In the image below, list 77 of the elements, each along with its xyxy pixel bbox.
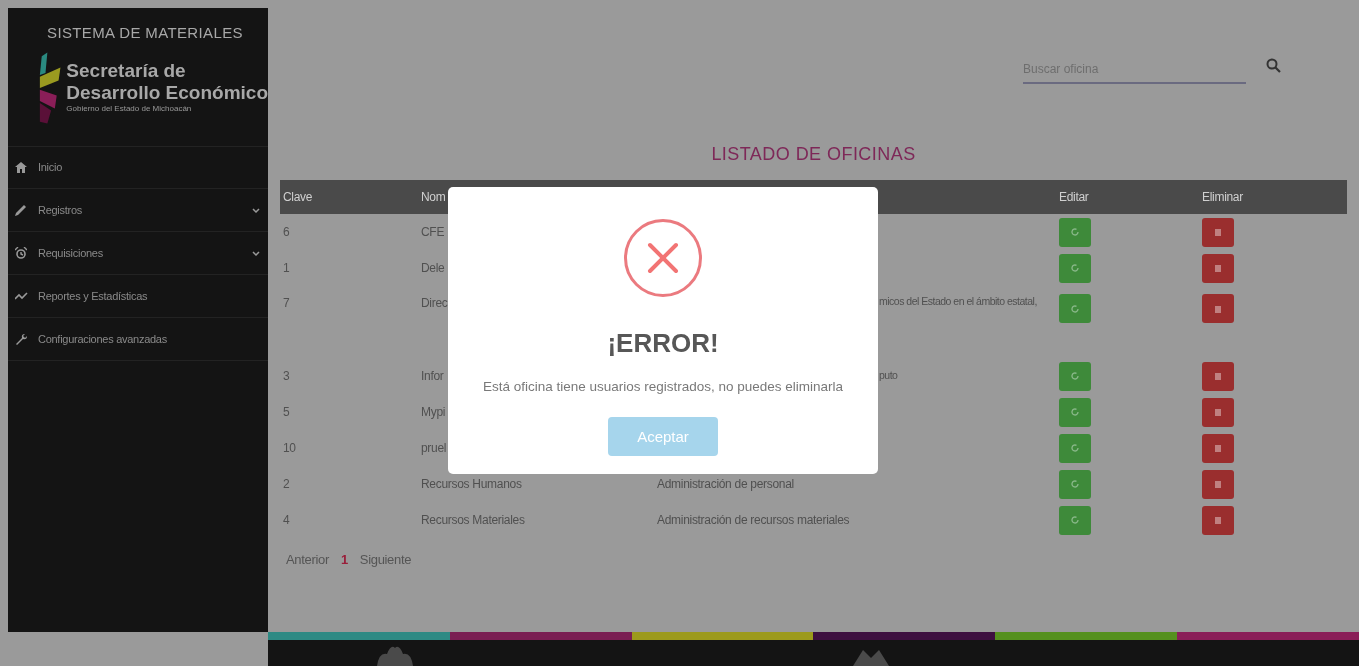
dialog-title: ¡ERROR!: [607, 327, 719, 360]
delete-button[interactable]: [1202, 505, 1234, 535]
trash-icon: [1215, 408, 1221, 416]
edit-button[interactable]: [1059, 361, 1091, 391]
delete-button[interactable]: [1202, 253, 1234, 283]
trash-icon: [1215, 372, 1221, 380]
wrench-icon: [14, 332, 28, 346]
alarm-clock-icon: [15, 247, 27, 259]
table-cell-text: 1: [282, 260, 291, 277]
home-icon: [15, 162, 27, 173]
table-cell: Administración de personal: [657, 477, 794, 491]
delete-button[interactable]: [1202, 294, 1234, 323]
column-header: Nom: [421, 189, 447, 206]
table-cell-text: 3: [282, 368, 291, 385]
column-header: Editar: [1059, 189, 1090, 206]
app-title: SISTEMA DE MATERIALES: [46, 23, 244, 43]
sidebar-item[interactable]: Requisiciones: [8, 232, 268, 275]
refresh-icon: [1071, 516, 1079, 524]
page-title: LISTADO DE OFICINAS: [711, 143, 916, 166]
search-icon[interactable]: [1266, 58, 1281, 73]
delete-button[interactable]: [1202, 217, 1234, 247]
sidebar-item[interactable]: Registros: [8, 189, 268, 232]
table-cell: puto: [879, 369, 898, 382]
edit-button[interactable]: [1059, 217, 1091, 247]
sidebar-item[interactable]: Configuraciones avanzadas: [8, 318, 268, 361]
delete-button[interactable]: [1202, 469, 1234, 499]
table-cell-text: Recursos Humanos: [421, 476, 523, 493]
table-cell-text: Direc: [421, 295, 449, 312]
refresh-icon: [1071, 372, 1079, 380]
refresh-icon: [1071, 480, 1079, 488]
refresh-icon: [1071, 444, 1079, 452]
delete-button[interactable]: [1202, 433, 1234, 463]
column-header: Clave: [282, 189, 314, 206]
edit-button[interactable]: [1059, 294, 1091, 323]
trash-icon: [1215, 264, 1221, 272]
table-cell-text: 7: [282, 295, 291, 312]
refresh-icon: [1071, 228, 1079, 236]
table-cell: Administración de recursos materiales: [657, 513, 850, 527]
table-cell: micos del Estado en el ámbito estatal,: [879, 295, 1037, 307]
logo-text: Secretaría de: [66, 60, 187, 82]
refresh-icon: [1071, 408, 1079, 416]
logo-text: Desarrollo Económico: [66, 82, 268, 104]
table-cell-text: 10: [282, 440, 297, 457]
sidebar-item[interactable]: Inicio: [8, 146, 268, 189]
trash-icon: [1215, 516, 1221, 524]
page-link[interactable]: 1: [340, 550, 348, 570]
trash-icon: [1215, 228, 1221, 236]
logo-subtitle: Gobierno del Estado de Michoacán: [66, 104, 193, 114]
table-cell-text: Dele: [421, 260, 446, 277]
table-cell-text: 4: [282, 512, 291, 529]
trash-icon: [1215, 444, 1221, 452]
edit-button[interactable]: [1059, 253, 1091, 283]
sidebar-item[interactable]: Reportes y Estadísticas: [8, 275, 268, 318]
table-cell-text: Recursos Materiales: [421, 512, 526, 529]
pencil-icon: [15, 204, 27, 216]
delete-button[interactable]: [1202, 361, 1234, 391]
table-cell-text: 5: [282, 404, 291, 421]
table-cell-text: Infor: [421, 368, 445, 385]
trend-line-icon: [14, 292, 28, 300]
edit-button[interactable]: [1059, 469, 1091, 499]
refresh-icon: [1071, 304, 1079, 313]
error-icon: [623, 218, 703, 298]
trash-icon: [1215, 304, 1221, 313]
logo-icon: [38, 50, 63, 126]
table-cell-text: 6: [282, 224, 291, 241]
edit-button[interactable]: [1059, 505, 1091, 535]
column-header: Eliminar: [1202, 189, 1244, 206]
edit-button[interactable]: [1059, 397, 1091, 427]
edit-button[interactable]: [1059, 433, 1091, 463]
delete-button[interactable]: [1202, 397, 1234, 427]
table-cell-text: Mypi: [421, 404, 447, 421]
table-cell-text: 2: [282, 476, 291, 493]
trash-icon: [1215, 480, 1221, 488]
table-cell-text: pruel: [421, 440, 448, 457]
table-cell-text: CFE: [421, 224, 446, 241]
dialog-message: Está oficina tiene usuarios registrados, no puedes eliminarla: [482, 378, 844, 396]
refresh-icon: [1071, 264, 1079, 272]
